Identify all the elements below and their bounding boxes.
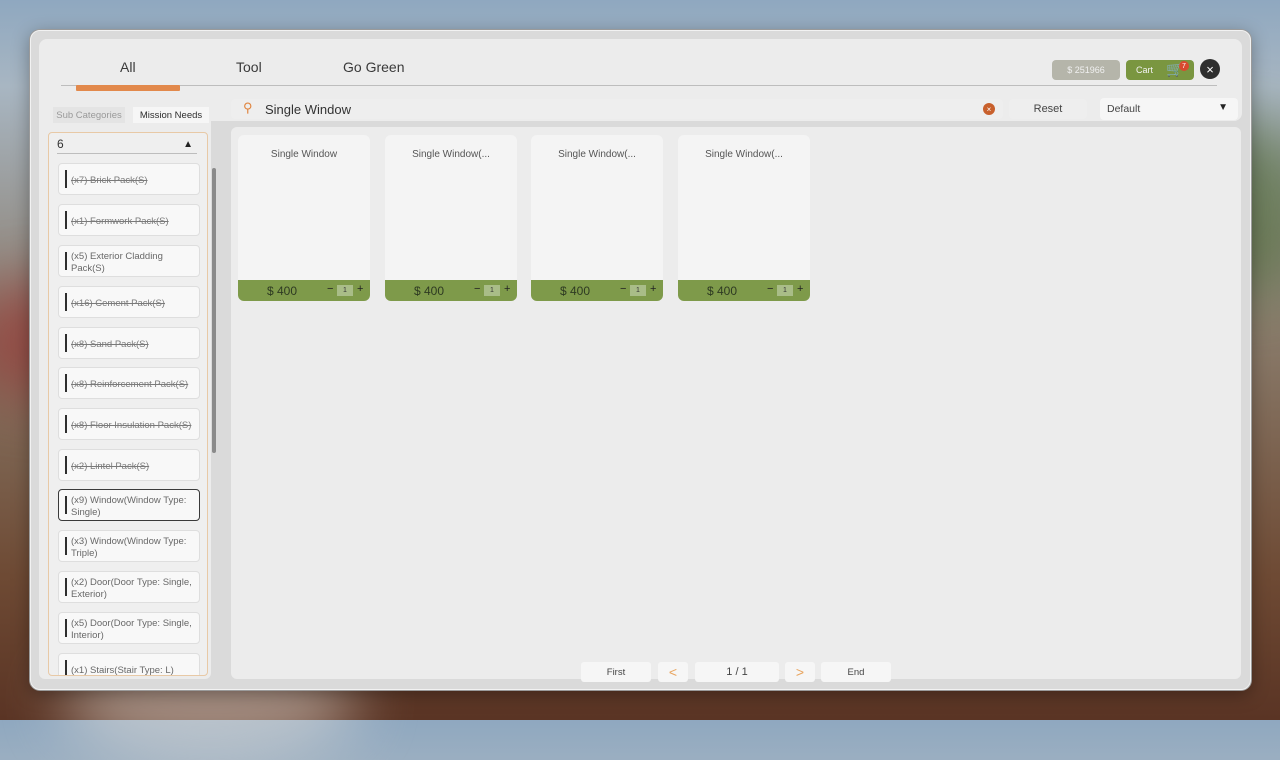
product-price-bar: $ 400 − 1 + bbox=[531, 280, 663, 301]
product-price-bar: $ 400 − 1 + bbox=[678, 280, 810, 301]
product-name: Single Window(... bbox=[705, 149, 783, 160]
mission-item[interactable]: (x8) Reinforcement Pack(S) bbox=[58, 367, 200, 399]
pager-first-button[interactable]: First bbox=[581, 662, 651, 682]
cart-button[interactable]: Cart 🛒 7 bbox=[1126, 60, 1194, 80]
search-bar[interactable]: ⚲ Single Window × bbox=[231, 99, 1003, 119]
pager-prev-button[interactable]: < bbox=[658, 662, 688, 682]
mission-item[interactable]: (x8) Floor Insulation Pack(S) bbox=[58, 408, 200, 440]
mission-item[interactable]: (x5) Door(Door Type: Single, Interior) bbox=[58, 612, 200, 644]
mission-item[interactable]: (x2) Lintel Pack(S) bbox=[58, 449, 200, 481]
qty-value[interactable]: 1 bbox=[337, 285, 353, 296]
product-price: $ 400 bbox=[266, 284, 298, 298]
qty-value[interactable]: 1 bbox=[630, 285, 646, 296]
chevron-right-icon: > bbox=[795, 664, 805, 680]
clear-search-button[interactable]: × bbox=[983, 103, 995, 115]
product-card[interactable]: Single Window $ 400 − 1 + bbox=[238, 135, 370, 301]
qty-decrease-button[interactable]: − bbox=[327, 283, 333, 295]
product-price-bar: $ 400 − 1 + bbox=[385, 280, 517, 301]
left-panel: Sub Categories Mission Needs 6 ▲ (x7) Br… bbox=[39, 99, 211, 679]
mission-item[interactable]: (x5) Exterior Cladding Pack(S) bbox=[58, 245, 200, 277]
money-badge: $ 251966 bbox=[1052, 60, 1120, 80]
mission-item-selected[interactable]: (x9) Window(Window Type: Single) bbox=[58, 489, 200, 521]
tab-divider bbox=[61, 85, 1217, 86]
close-icon: × bbox=[1206, 61, 1214, 77]
sort-value: Default bbox=[1107, 103, 1141, 115]
qty-value[interactable]: 1 bbox=[484, 285, 500, 296]
product-card[interactable]: Single Window(... $ 400 − 1 + bbox=[385, 135, 517, 301]
close-button[interactable]: × bbox=[1200, 59, 1220, 79]
search-input[interactable]: Single Window bbox=[265, 102, 351, 117]
mission-dropdown-value: 6 bbox=[57, 137, 64, 151]
mission-needs-list: 6 ▲ (x7) Brick Pack(S) (x1) Formwork Pac… bbox=[48, 132, 208, 676]
subtab-mission-needs[interactable]: Mission Needs bbox=[133, 107, 209, 123]
qty-increase-button[interactable]: + bbox=[650, 283, 656, 295]
shop-window: All Tool Go Green $ 251966 Cart 🛒 7 × Su… bbox=[30, 30, 1251, 690]
qty-decrease-button[interactable]: − bbox=[620, 283, 626, 295]
caret-down-icon: ▼ bbox=[1218, 102, 1228, 113]
cart-count-badge: 7 bbox=[1179, 61, 1189, 71]
mission-list-scrollbar[interactable] bbox=[212, 168, 216, 453]
subtab-sub-categories[interactable]: Sub Categories bbox=[53, 107, 125, 123]
tab-tool[interactable]: Tool bbox=[236, 59, 262, 75]
mission-item[interactable]: (x16) Cement Pack(S) bbox=[58, 286, 200, 318]
product-name: Single Window(... bbox=[558, 149, 636, 160]
product-price-bar: $ 400 − 1 + bbox=[238, 280, 370, 301]
product-card[interactable]: Single Window(... $ 400 − 1 + bbox=[531, 135, 663, 301]
qty-decrease-button[interactable]: − bbox=[767, 283, 773, 295]
chevron-left-icon: < bbox=[668, 664, 678, 680]
qty-increase-button[interactable]: + bbox=[797, 283, 803, 295]
mission-item[interactable]: (x1) Formwork Pack(S) bbox=[58, 204, 200, 236]
clear-icon: × bbox=[986, 104, 992, 114]
caret-up-icon: ▲ bbox=[183, 139, 193, 150]
qty-increase-button[interactable]: + bbox=[357, 283, 363, 295]
cart-label: Cart bbox=[1136, 65, 1154, 75]
pager-next-button[interactable]: > bbox=[785, 662, 815, 682]
search-icon: ⚲ bbox=[243, 100, 253, 115]
mission-item[interactable]: (x2) Door(Door Type: Single, Exterior) bbox=[58, 571, 200, 603]
tab-all[interactable]: All bbox=[120, 59, 136, 75]
product-price: $ 400 bbox=[706, 284, 738, 298]
pager-end-button[interactable]: End bbox=[821, 662, 891, 682]
qty-value[interactable]: 1 bbox=[777, 285, 793, 296]
product-name: Single Window(... bbox=[412, 149, 490, 160]
qty-increase-button[interactable]: + bbox=[504, 283, 510, 295]
product-price: $ 400 bbox=[559, 284, 591, 298]
active-tab-indicator bbox=[76, 85, 180, 91]
qty-decrease-button[interactable]: − bbox=[474, 283, 480, 295]
mission-item[interactable]: (x7) Brick Pack(S) bbox=[58, 163, 200, 195]
product-grid: Single Window $ 400 − 1 + Single Window(… bbox=[231, 127, 1241, 682]
mission-item[interactable]: (x8) Sand Pack(S) bbox=[58, 327, 200, 359]
tab-go-green[interactable]: Go Green bbox=[343, 59, 404, 75]
product-card[interactable]: Single Window(... $ 400 − 1 + bbox=[678, 135, 810, 301]
product-price: $ 400 bbox=[413, 284, 445, 298]
product-name: Single Window bbox=[270, 149, 338, 160]
mission-item[interactable]: (x1) Stairs(Stair Type: L) bbox=[58, 653, 200, 675]
sort-dropdown[interactable]: Default ▼ bbox=[1100, 98, 1238, 120]
pager-page-indicator: 1 / 1 bbox=[695, 662, 779, 682]
mission-dropdown[interactable]: 6 ▲ bbox=[57, 137, 197, 154]
reset-button[interactable]: Reset bbox=[1009, 99, 1087, 119]
mission-item[interactable]: (x3) Window(Window Type: Triple) bbox=[58, 530, 200, 562]
